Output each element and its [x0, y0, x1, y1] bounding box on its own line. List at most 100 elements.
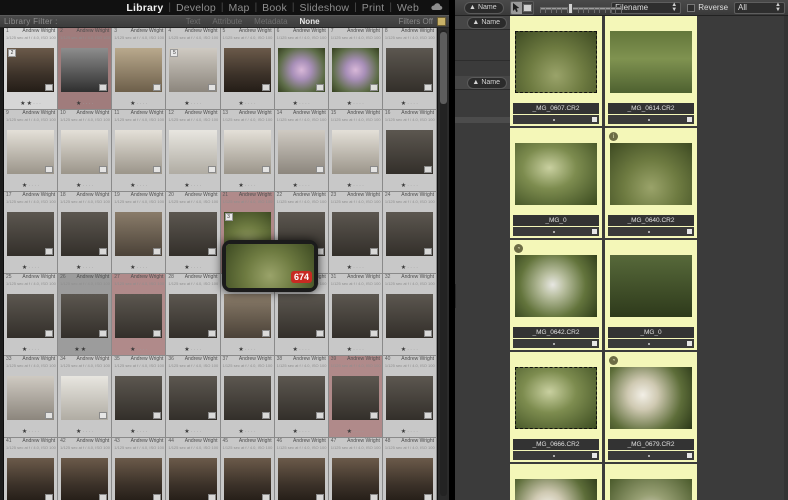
module-picker[interactable]: Library | Develop | Map | Book | Slideshow | Print… [121, 2, 424, 14]
star-icon[interactable]: · [407, 183, 409, 189]
slider-knob[interactable] [567, 2, 573, 14]
grid-cell-rating[interactable]: ★···· [329, 263, 382, 273]
star-icon[interactable]: · [359, 347, 361, 353]
grid-thumbnail-wrap[interactable] [166, 450, 219, 500]
grid-cell[interactable]: 35 Andrew Wright 1/125 sec at f / 4.0, ISO… [112, 356, 167, 438]
bridge-rating-bar[interactable] [513, 227, 599, 236]
crop-badge-icon[interactable] [261, 84, 270, 91]
star-icon[interactable]: · [146, 183, 148, 189]
star-icon[interactable]: · [191, 265, 193, 271]
star-icon[interactable]: ★ [22, 347, 27, 353]
star-icon[interactable]: ★ [401, 429, 406, 435]
filter-mode-attribute[interactable]: Attribute [212, 17, 242, 26]
bridge-photo[interactable] [610, 478, 692, 500]
grid-thumbnail-wrap[interactable] [329, 204, 382, 263]
grid-cell[interactable]: 42 Andrew Wright 1/125 sec at f / 4.0, ISO… [58, 438, 113, 500]
star-icon[interactable]: · [90, 347, 92, 353]
grid-cell[interactable]: 8 Andrew Wright 1/125 sec at f / 4.0, ISO … [382, 28, 437, 110]
rating-dot-icon[interactable] [553, 230, 555, 233]
star-icon[interactable]: ★ [81, 347, 86, 353]
grid-cell[interactable]: 48 Andrew Wright 1/125 sec at f / 4.0, ISO… [382, 438, 437, 500]
star-icon[interactable]: · [197, 429, 199, 435]
star-icon[interactable]: · [197, 265, 199, 271]
sort-name-button[interactable]: ▲ Name [464, 1, 504, 14]
star-icon[interactable]: · [248, 347, 250, 353]
star-icon[interactable]: · [356, 101, 358, 107]
star-icon[interactable]: · [359, 101, 361, 107]
star-icon[interactable]: ★ [238, 429, 243, 435]
crop-badge-icon[interactable] [315, 166, 324, 173]
grid-thumbnail-wrap[interactable] [221, 122, 274, 181]
grid-cell[interactable]: 25 Andrew Wright 1/125 sec at f / 4.0, ISO… [4, 274, 59, 356]
rating-dot-icon[interactable] [648, 342, 650, 345]
star-icon[interactable]: ★ [401, 265, 406, 271]
grid-thumbnail[interactable] [169, 294, 217, 338]
grid-thumbnail-wrap[interactable] [275, 450, 328, 500]
grid-thumbnail-wrap[interactable] [166, 368, 219, 427]
bridge-thumbnail-cell[interactable]: _MG_0607.CR2 [510, 16, 602, 126]
grid-thumbnail[interactable] [169, 376, 217, 420]
grid-thumbnail[interactable]: 2 [7, 48, 55, 92]
star-icon[interactable]: · [305, 101, 307, 107]
filter-select[interactable]: All ▲ ▼ [734, 1, 785, 14]
star-icon[interactable]: · [413, 265, 415, 271]
star-icon[interactable]: · [88, 265, 90, 271]
rating-dot-icon[interactable] [553, 342, 555, 345]
grid-thumbnail[interactable] [331, 294, 379, 338]
grid-thumbnail-wrap[interactable] [329, 368, 382, 427]
bridge-image-holder[interactable] [605, 128, 697, 215]
star-icon[interactable]: · [299, 101, 301, 107]
bridge-rating-bar[interactable] [608, 339, 694, 348]
star-icon[interactable]: · [82, 265, 84, 271]
grid-thumbnail[interactable] [169, 212, 217, 256]
grid-thumbnail[interactable] [61, 458, 109, 500]
grid-thumbnail[interactable] [223, 48, 271, 92]
grid-cell[interactable]: 4 Andrew Wright 1/125 sec at f / 4.0, ISO … [166, 28, 221, 110]
grid-thumbnail-wrap[interactable] [383, 450, 436, 500]
grid-cell-rating[interactable]: ★···· [383, 427, 436, 437]
grid-thumbnail[interactable] [277, 376, 325, 420]
star-icon[interactable]: · [353, 183, 355, 189]
star-icon[interactable]: · [308, 101, 310, 107]
star-icon[interactable]: · [416, 347, 418, 353]
star-icon[interactable]: ★ [130, 101, 135, 107]
grid-thumbnail-wrap[interactable] [275, 40, 328, 99]
star-icon[interactable]: · [31, 183, 33, 189]
star-icon[interactable]: · [308, 183, 310, 189]
star-icon[interactable]: · [140, 101, 142, 107]
bridge-image-holder[interactable] [605, 464, 697, 500]
star-icon[interactable]: · [143, 347, 145, 353]
label-swatch-icon[interactable] [687, 341, 692, 346]
star-icon[interactable]: · [416, 183, 418, 189]
grid-cell[interactable]: 24 Andrew Wright 1/125 sec at f / 4.0, ISO… [382, 192, 437, 274]
crop-badge-icon[interactable] [153, 412, 162, 419]
grid-scrollbar[interactable] [437, 28, 449, 500]
star-icon[interactable]: ★ [292, 183, 297, 189]
star-icon[interactable]: ★ [347, 429, 352, 435]
star-icon[interactable]: · [140, 265, 142, 271]
grid-cell[interactable]: 31 Andrew Wright 1/125 sec at f / 4.0, ISO… [328, 274, 383, 356]
crop-badge-icon[interactable] [99, 84, 108, 91]
grid-cell-rating[interactable]: ★···· [4, 427, 57, 437]
star-icon[interactable]: · [137, 265, 139, 271]
grid-thumbnail-wrap[interactable] [112, 286, 165, 345]
grid-cell[interactable]: 34 Andrew Wright 1/125 sec at f / 4.0, ISO… [58, 356, 113, 438]
star-icon[interactable]: · [194, 429, 196, 435]
star-icon[interactable]: · [416, 265, 418, 271]
grid-thumbnail[interactable] [61, 130, 109, 174]
grid-cell[interactable]: 39 Andrew Wright 1/125 sec at f / 4.0, ISO… [328, 356, 383, 438]
bridge-rating-bar[interactable] [513, 451, 599, 460]
bridge-image-holder[interactable] [510, 16, 602, 103]
grid-cell-rating[interactable]: ★···· [329, 427, 382, 437]
star-icon[interactable]: · [88, 183, 90, 189]
bridge-photo[interactable] [515, 142, 597, 205]
panel-name-button-mid[interactable]: ▲ Name [467, 76, 507, 89]
star-icon[interactable]: · [91, 183, 93, 189]
crop-badge-icon[interactable] [369, 412, 378, 419]
crop-badge-icon[interactable] [424, 330, 432, 337]
star-icon[interactable]: · [248, 429, 250, 435]
grid-thumbnail[interactable] [385, 130, 433, 174]
star-icon[interactable]: ★ [130, 429, 135, 435]
grid-thumbnail[interactable] [385, 294, 433, 338]
panel-name-button-top[interactable]: ▲ Name [467, 16, 507, 29]
